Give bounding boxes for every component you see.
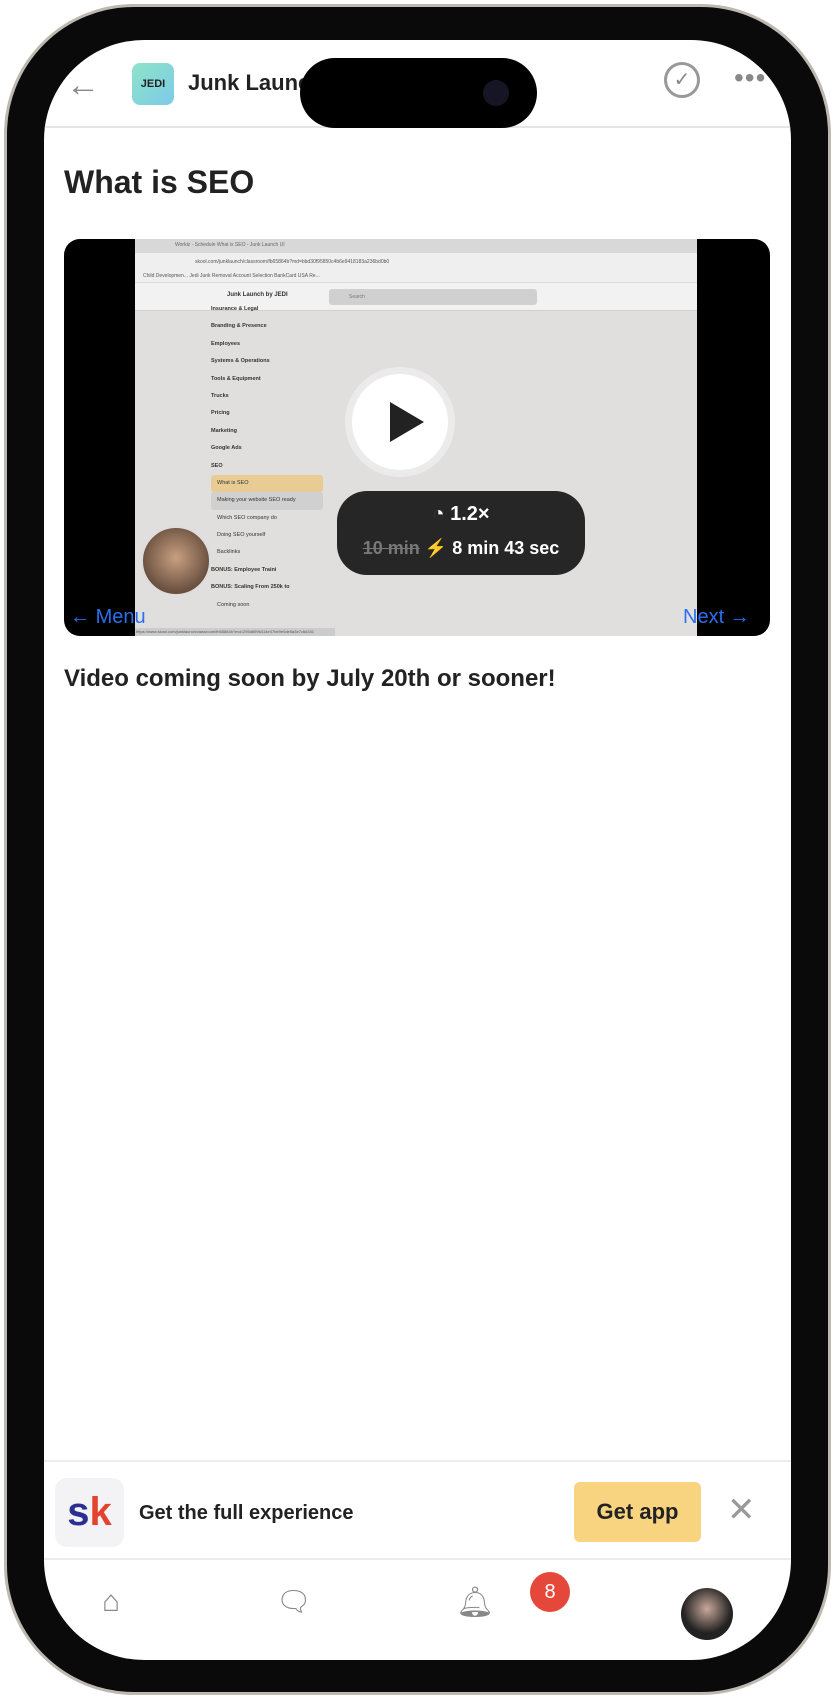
menu-item: Marketing (211, 427, 237, 434)
home-icon[interactable]: ⌂ (102, 1585, 120, 1619)
community-logo: JEDI (132, 63, 174, 105)
ellipsis-icon[interactable]: ••• (734, 62, 766, 94)
arrow-right-icon: → (724, 606, 750, 628)
banner-text: Get the full experience (139, 1502, 354, 1524)
menu-item: Insurance & Legal (211, 306, 259, 312)
bell-icon[interactable]: 🔔︎ (456, 1585, 494, 1620)
menu-item: Employees (211, 340, 241, 347)
search-box: Search (329, 289, 537, 305)
menu-item: Systems & Operations (211, 358, 270, 365)
notice-text: Video coming soon by July 20th or sooner… (64, 665, 556, 692)
menu-item: Which SEO company do (217, 514, 277, 521)
bookmarks-bar: Child Developmen... Jedi Junk Removal Ac… (135, 271, 697, 283)
original-duration: 10 min (362, 538, 420, 558)
playback-speed-badge[interactable]: ◔ 1.2× 10 min ⚡ 8 min 43 sec (337, 491, 585, 575)
close-icon[interactable]: ✕ (727, 1490, 756, 1530)
chat-icon[interactable]: 🗨 (276, 1585, 312, 1618)
check-circle-icon[interactable]: ✓ (664, 62, 700, 98)
notification-badge: 8 (530, 1572, 570, 1612)
menu-item: Tools & Equipment (211, 375, 261, 382)
menu-item: BONUS: Employee Traini (211, 566, 277, 573)
status-url: https://www.skool.com/junklaunch/classro… (135, 628, 335, 636)
menu-item: What is SEO (211, 474, 323, 493)
avatar[interactable] (681, 1588, 733, 1640)
menu-link[interactable]: ← Menu (70, 606, 146, 629)
menu-item: Google Ads (211, 445, 242, 452)
menu-item: Doing SEO yourself (217, 532, 266, 539)
get-app-button[interactable]: Get app (574, 1482, 701, 1542)
page-title: What is SEO (64, 164, 255, 200)
speed-value: 1.2× (450, 503, 490, 525)
next-label: Next (683, 606, 725, 628)
skool-logo: sk (55, 1478, 124, 1547)
video-thumbnail: Workiz - Schedule What is SEO - Junk Lau… (135, 239, 697, 636)
course-menu: Insurance & Legal Branding & Presence Em… (211, 301, 323, 614)
menu-label: Menu (95, 606, 146, 628)
dynamic-island (300, 58, 537, 128)
arrow-left-icon[interactable]: ← (66, 66, 100, 105)
screen: ← JEDI Junk Launch by JEDI ✓ ••• What is… (44, 40, 791, 1660)
browser-tabs: Workiz - Schedule What is SEO - Junk Lau… (135, 239, 697, 253)
browser-url: skool.com/junklaunch/classroom/fb65864b?… (135, 253, 697, 271)
new-duration: 8 min 43 sec (452, 538, 560, 558)
menu-item: Coming soon (217, 601, 250, 608)
menu-item: BONUS: Scaling From 250k to (211, 584, 290, 591)
video-player[interactable]: Workiz - Schedule What is SEO - Junk Lau… (64, 239, 770, 636)
presenter-webcam (141, 526, 211, 596)
menu-item: SEO (211, 462, 223, 469)
arrow-left-icon: ← (70, 606, 96, 628)
menu-item: Pricing (211, 410, 230, 417)
menu-item: Trucks (211, 392, 229, 399)
menu-item: Branding & Presence (211, 323, 267, 330)
next-link[interactable]: Next → (683, 606, 750, 629)
play-button[interactable] (345, 367, 455, 477)
menu-item: Backlinks (217, 549, 241, 556)
menu-item: Making your website SEO ready (211, 492, 323, 510)
get-app-banner: sk Get the full experience Get app ✕ (44, 1460, 791, 1560)
community-name: Junk Launch by JEDI (227, 292, 288, 298)
lightning-icon: ⚡ (424, 538, 448, 558)
gauge-icon: ◔ (432, 503, 445, 525)
